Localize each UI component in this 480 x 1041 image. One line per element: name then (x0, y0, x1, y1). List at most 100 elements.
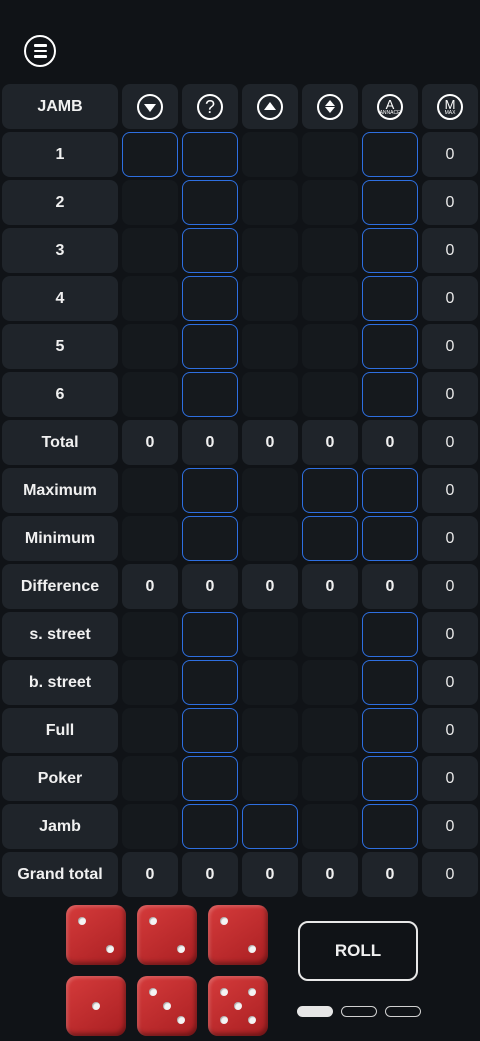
score-cell-locked (302, 612, 358, 657)
menu-icon-bar (33, 55, 47, 58)
row-total: 0 (422, 804, 478, 849)
subtotal-cell: 0 (242, 420, 298, 465)
row-label: Grand total (2, 852, 118, 897)
max-icon: M MAX (437, 93, 463, 120)
score-cell-available[interactable] (362, 756, 418, 801)
header-row: JAMB ? A ANNACE M MAX (0, 84, 480, 129)
roll-button[interactable]: ROLL (298, 921, 418, 981)
score-cell-available[interactable] (182, 228, 238, 273)
score-cell-locked (122, 756, 178, 801)
menu-icon-bar (33, 44, 47, 47)
row-total: 0 (422, 180, 478, 225)
die[interactable] (208, 905, 268, 965)
score-row: s. street 0 (0, 612, 480, 657)
score-cell-available[interactable] (362, 324, 418, 369)
score-cell-available[interactable] (362, 708, 418, 753)
die-pip (78, 917, 87, 926)
score-cell-locked (302, 324, 358, 369)
score-cell-available[interactable] (182, 756, 238, 801)
score-cell-available[interactable] (182, 804, 238, 849)
score-cell-available[interactable] (362, 372, 418, 417)
menu-button[interactable] (24, 35, 56, 67)
die[interactable] (208, 976, 268, 1036)
score-row: 30 (0, 228, 480, 273)
die-pip (220, 1015, 229, 1024)
score-cell-available[interactable] (302, 468, 358, 513)
score-cell-locked (242, 372, 298, 417)
column-down-header[interactable] (122, 84, 178, 129)
die[interactable] (137, 976, 197, 1036)
score-cell-available[interactable] (362, 468, 418, 513)
score-cell-available[interactable] (182, 180, 238, 225)
score-cell-available[interactable] (242, 804, 298, 849)
score-row: b. street 0 (0, 660, 480, 705)
score-cell-locked (242, 612, 298, 657)
score-cell-available[interactable] (362, 228, 418, 273)
subtotal-cell: 0 (122, 852, 178, 897)
row-label: Jamb (2, 804, 118, 849)
row-total: 0 (422, 708, 478, 753)
column-up-header[interactable] (242, 84, 298, 129)
score-cell-available[interactable] (122, 132, 178, 177)
score-cell-available[interactable] (302, 516, 358, 561)
page-dot[interactable] (341, 1006, 377, 1017)
subtotal-cell: 0 (122, 564, 178, 609)
row-total: 0 (422, 468, 478, 513)
score-cell-locked (242, 708, 298, 753)
score-cell-available[interactable] (362, 516, 418, 561)
row-total: 0 (422, 132, 478, 177)
page-dot[interactable] (297, 1006, 333, 1017)
score-row: Total 0 0 0 0 0 0 (0, 420, 480, 465)
score-cell-locked (122, 804, 178, 849)
row-total: 0 (422, 564, 478, 609)
score-cell-locked (302, 276, 358, 321)
die-pip (247, 1015, 256, 1024)
score-cell-locked (242, 228, 298, 273)
score-cell-locked (242, 660, 298, 705)
score-cell-available[interactable] (182, 468, 238, 513)
row-label: Full (2, 708, 118, 753)
column-free-header[interactable]: ? (182, 84, 238, 129)
column-announce-header[interactable]: A ANNACE (362, 84, 418, 129)
score-cell-available[interactable] (182, 612, 238, 657)
score-cell-available[interactable] (182, 708, 238, 753)
score-cell-locked (122, 324, 178, 369)
row-label: 6 (2, 372, 118, 417)
score-row: Minimum 0 (0, 516, 480, 561)
row-label: 1 (2, 132, 118, 177)
score-cell-available[interactable] (182, 132, 238, 177)
score-cell-available[interactable] (182, 660, 238, 705)
score-cell-available[interactable] (182, 276, 238, 321)
page-indicator (297, 1006, 421, 1020)
game-title: JAMB (2, 84, 118, 129)
die[interactable] (66, 976, 126, 1036)
die[interactable] (137, 905, 197, 965)
score-cell-available[interactable] (182, 372, 238, 417)
subtotal-cell: 0 (362, 420, 418, 465)
score-cell-available[interactable] (362, 276, 418, 321)
subtotal-cell: 0 (362, 852, 418, 897)
subtotal-cell: 0 (182, 852, 238, 897)
subtotal-cell: 0 (302, 420, 358, 465)
score-cell-available[interactable] (362, 660, 418, 705)
score-cell-available[interactable] (362, 612, 418, 657)
die-pip (220, 917, 229, 926)
score-cell-available[interactable] (182, 516, 238, 561)
column-updown-header[interactable] (302, 84, 358, 129)
subtotal-cell: 0 (182, 564, 238, 609)
column-max-header[interactable]: M MAX (422, 84, 478, 129)
score-cell-available[interactable] (362, 180, 418, 225)
score-cell-locked (302, 708, 358, 753)
page-dot[interactable] (385, 1006, 421, 1017)
row-total: 0 (422, 612, 478, 657)
score-cell-available[interactable] (362, 132, 418, 177)
score-cell-locked (122, 516, 178, 561)
score-cell-available[interactable] (182, 324, 238, 369)
row-label: 5 (2, 324, 118, 369)
die-pip (149, 988, 158, 997)
score-cell-available[interactable] (362, 804, 418, 849)
score-cell-locked (122, 708, 178, 753)
subtotal-cell: 0 (122, 420, 178, 465)
die[interactable] (66, 905, 126, 965)
score-cell-locked (242, 180, 298, 225)
